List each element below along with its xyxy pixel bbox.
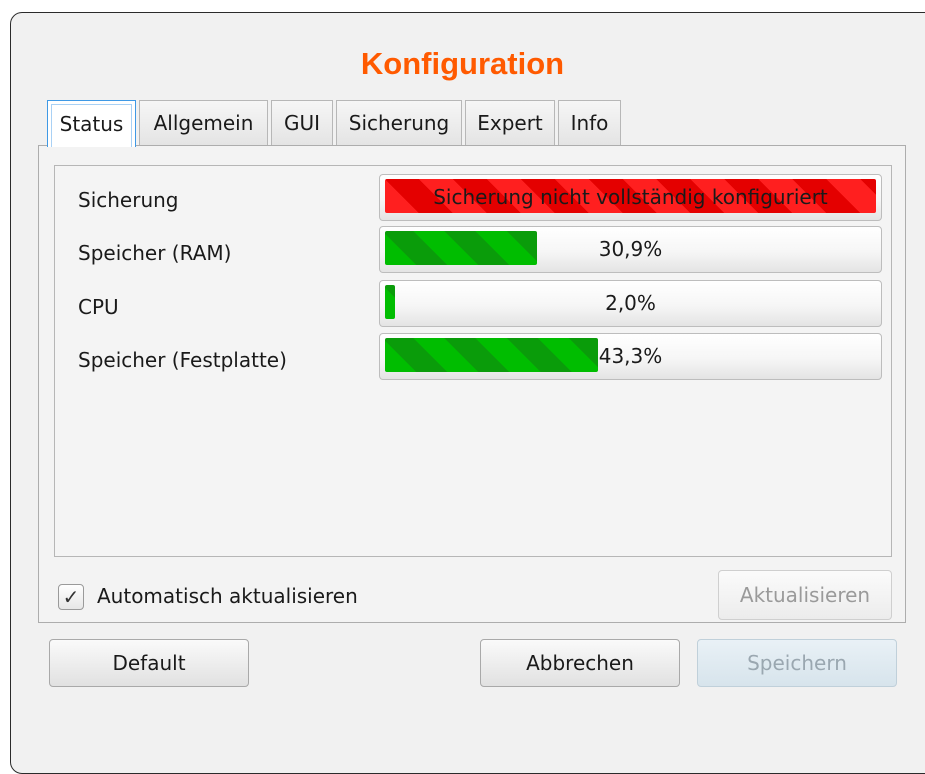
- auto-refresh-label: Automatisch aktualisieren: [97, 584, 358, 608]
- cpu-label: CPU: [78, 295, 119, 319]
- backup-status-bar: Sicherung nicht vollständig konfiguriert: [379, 174, 882, 221]
- backup-label: Sicherung: [78, 188, 179, 212]
- cpu-progress-bar: 2,0%: [379, 280, 882, 327]
- tab-sicherung[interactable]: Sicherung: [336, 100, 462, 145]
- window-title: Konfiguration: [360, 46, 565, 81]
- checkmark-icon: ✓: [62, 585, 80, 609]
- backup-status-text: Sicherung nicht vollständig konfiguriert: [433, 184, 828, 209]
- tab-expert[interactable]: Expert: [465, 100, 555, 145]
- tab-allgemein[interactable]: Allgemein: [139, 100, 268, 145]
- save-button[interactable]: Speichern: [697, 639, 897, 687]
- ram-label: Speicher (RAM): [78, 241, 232, 265]
- refresh-button[interactable]: Aktualisieren: [718, 570, 892, 620]
- tab-status[interactable]: Status: [47, 100, 136, 147]
- ram-progress-text: 30,9%: [598, 236, 663, 261]
- tab-gui[interactable]: GUI: [271, 100, 333, 145]
- ram-progress-bar: 30,9%: [379, 226, 882, 273]
- disk-progress-text: 43,3%: [598, 343, 663, 368]
- disk-label: Speicher (Festplatte): [78, 348, 287, 372]
- auto-refresh-checkbox[interactable]: ✓: [58, 584, 84, 610]
- cancel-button[interactable]: Abbrechen: [480, 639, 680, 687]
- tab-info[interactable]: Info: [558, 100, 621, 145]
- disk-progress-bar: 43,3%: [379, 333, 882, 380]
- cpu-progress-text: 2,0%: [605, 290, 656, 315]
- default-button[interactable]: Default: [49, 639, 249, 687]
